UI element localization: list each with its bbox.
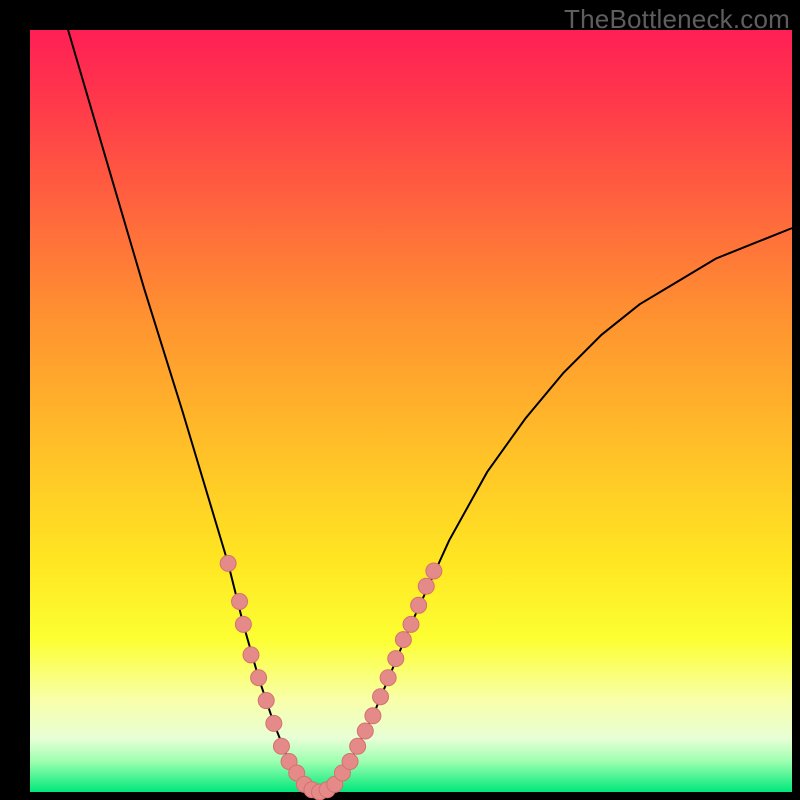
curve-marker <box>258 693 274 709</box>
curve-marker <box>342 754 358 770</box>
curve-marker <box>357 723 373 739</box>
curve-marker <box>411 597 427 613</box>
curve-markers <box>220 555 442 800</box>
watermark-text: TheBottleneck.com <box>564 4 790 35</box>
curve-marker <box>380 670 396 686</box>
curve-marker <box>365 708 381 724</box>
curve-svg <box>30 30 792 792</box>
curve-marker <box>220 555 236 571</box>
curve-marker <box>426 563 442 579</box>
chart-frame: TheBottleneck.com <box>0 0 800 800</box>
curve-marker <box>273 738 289 754</box>
curve-marker <box>243 647 259 663</box>
curve-marker <box>350 738 366 754</box>
curve-marker <box>266 715 282 731</box>
curve-marker <box>418 578 434 594</box>
curve-marker <box>403 616 419 632</box>
curve-marker <box>251 670 267 686</box>
plot-area <box>30 30 792 792</box>
curve-marker <box>388 651 404 667</box>
curve-marker <box>232 594 248 610</box>
bottleneck-curve-path <box>68 30 792 792</box>
curve-marker <box>235 616 251 632</box>
curve-marker <box>373 689 389 705</box>
curve-marker <box>395 632 411 648</box>
